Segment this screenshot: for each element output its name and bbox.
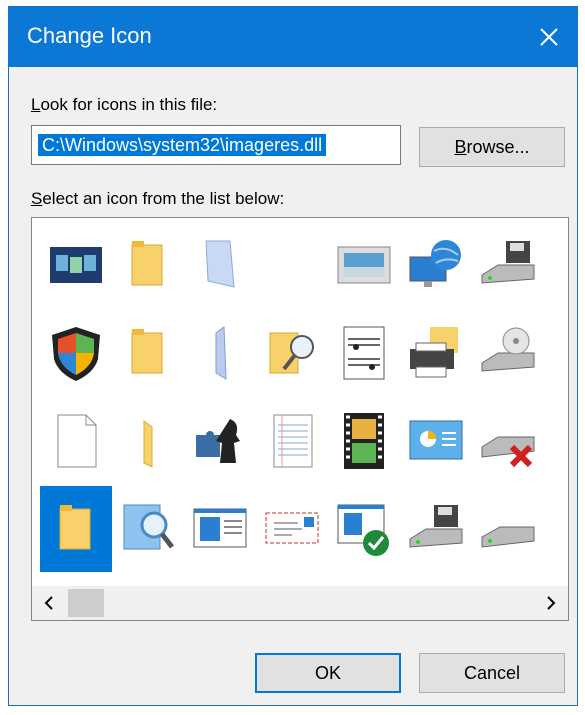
folder-sliver-icon bbox=[143, 420, 153, 468]
picture-frame-icon bbox=[337, 246, 391, 284]
icon-cell[interactable] bbox=[544, 222, 568, 308]
control-panel-icon bbox=[409, 420, 463, 460]
icon-cell[interactable] bbox=[256, 486, 328, 572]
lined-document-icon bbox=[273, 414, 313, 468]
folder-icon bbox=[131, 241, 163, 286]
icon-cell[interactable] bbox=[328, 398, 400, 484]
chevron-right-icon bbox=[547, 596, 556, 610]
sheet-music-icon bbox=[343, 326, 385, 380]
drive-icon bbox=[481, 526, 535, 548]
select-icon-label: Select an icon from the list below: bbox=[31, 189, 285, 208]
search-icon bbox=[123, 504, 174, 550]
change-icon-dialog: Change Icon Look for icons in this file:… bbox=[8, 6, 578, 706]
icon-cell[interactable] bbox=[112, 222, 184, 308]
icon-cell[interactable] bbox=[184, 486, 256, 572]
icon-cell[interactable] bbox=[40, 398, 112, 484]
file-path-input[interactable]: C:\Windows\system32\imageres.dll bbox=[31, 125, 401, 165]
icon-cell[interactable] bbox=[472, 222, 544, 308]
blank-document-icon bbox=[57, 414, 97, 468]
icon-cell[interactable] bbox=[472, 486, 544, 572]
close-icon bbox=[540, 28, 558, 46]
icon-cell[interactable] bbox=[544, 398, 568, 484]
windows-logo-icon bbox=[550, 499, 568, 559]
close-button[interactable] bbox=[521, 7, 577, 67]
icon-cell[interactable] bbox=[112, 398, 184, 484]
icon-cell[interactable] bbox=[400, 310, 472, 396]
icon-cell[interactable] bbox=[328, 310, 400, 396]
title-bar[interactable]: Change Icon bbox=[9, 7, 577, 67]
drive-partial-icon bbox=[550, 323, 568, 383]
window-layout-icon bbox=[193, 508, 247, 548]
icon-cell[interactable] bbox=[184, 398, 256, 484]
window-checkmark-icon bbox=[337, 504, 389, 556]
drive-disconnected-icon bbox=[481, 436, 535, 468]
cancel-button[interactable]: Cancel bbox=[419, 653, 565, 693]
drive-partial-icon bbox=[550, 411, 568, 471]
icon-cell[interactable] bbox=[400, 398, 472, 484]
security-shield-icon bbox=[52, 327, 100, 381]
app-windows-icon bbox=[50, 247, 102, 283]
icon-cell[interactable] bbox=[400, 486, 472, 572]
icon-cell[interactable] bbox=[328, 486, 400, 572]
film-strip-icon bbox=[344, 413, 384, 469]
folder-search-icon bbox=[269, 332, 314, 374]
icon-cell[interactable] bbox=[184, 222, 256, 308]
drive-optical-icon bbox=[481, 327, 535, 372]
icon-list[interactable] bbox=[31, 217, 569, 621]
scroll-thumb[interactable] bbox=[68, 589, 104, 617]
ok-button[interactable]: OK bbox=[255, 653, 401, 693]
icon-cell[interactable] bbox=[256, 310, 328, 396]
drive-partial-icon bbox=[550, 235, 568, 295]
drive-floppy-icon bbox=[481, 241, 535, 284]
icon-cell[interactable] bbox=[256, 398, 328, 484]
look-for-label: Look for icons in this file: bbox=[31, 95, 218, 114]
globe-monitor-icon bbox=[409, 240, 461, 287]
icon-cell[interactable] bbox=[112, 486, 184, 572]
icon-cell[interactable] bbox=[184, 310, 256, 396]
icon-cell[interactable] bbox=[472, 398, 544, 484]
icon-cell[interactable] bbox=[472, 310, 544, 396]
scroll-right-arrow[interactable] bbox=[534, 586, 568, 620]
file-path-value: C:\Windows\system32\imageres.dll bbox=[38, 134, 327, 156]
folder-icon bbox=[59, 505, 91, 550]
icon-cell[interactable] bbox=[544, 486, 568, 572]
icon-cell[interactable] bbox=[40, 222, 112, 308]
folder-thin-icon bbox=[215, 326, 227, 380]
icon-grid bbox=[32, 218, 568, 586]
horizontal-scrollbar[interactable] bbox=[32, 586, 568, 620]
scroll-left-arrow[interactable] bbox=[32, 586, 66, 620]
folder-icon bbox=[131, 329, 163, 374]
icon-cell[interactable] bbox=[328, 222, 400, 308]
envelope-icon bbox=[265, 512, 319, 544]
printer-folder-icon bbox=[410, 327, 458, 378]
icon-cell[interactable] bbox=[112, 310, 184, 396]
folder-blank-icon bbox=[205, 240, 235, 288]
icon-cell[interactable] bbox=[400, 222, 472, 308]
icon-cell[interactable] bbox=[40, 310, 112, 396]
icon-cell[interactable] bbox=[544, 310, 568, 396]
browse-button[interactable]: Browse... bbox=[419, 127, 565, 167]
window-title: Change Icon bbox=[27, 23, 152, 48]
icon-cell[interactable] bbox=[256, 222, 328, 308]
chevron-left-icon bbox=[44, 596, 53, 610]
drive-floppy-icon bbox=[409, 505, 463, 548]
icon-cell[interactable] bbox=[40, 486, 112, 572]
puzzle-chess-icon bbox=[196, 419, 240, 463]
